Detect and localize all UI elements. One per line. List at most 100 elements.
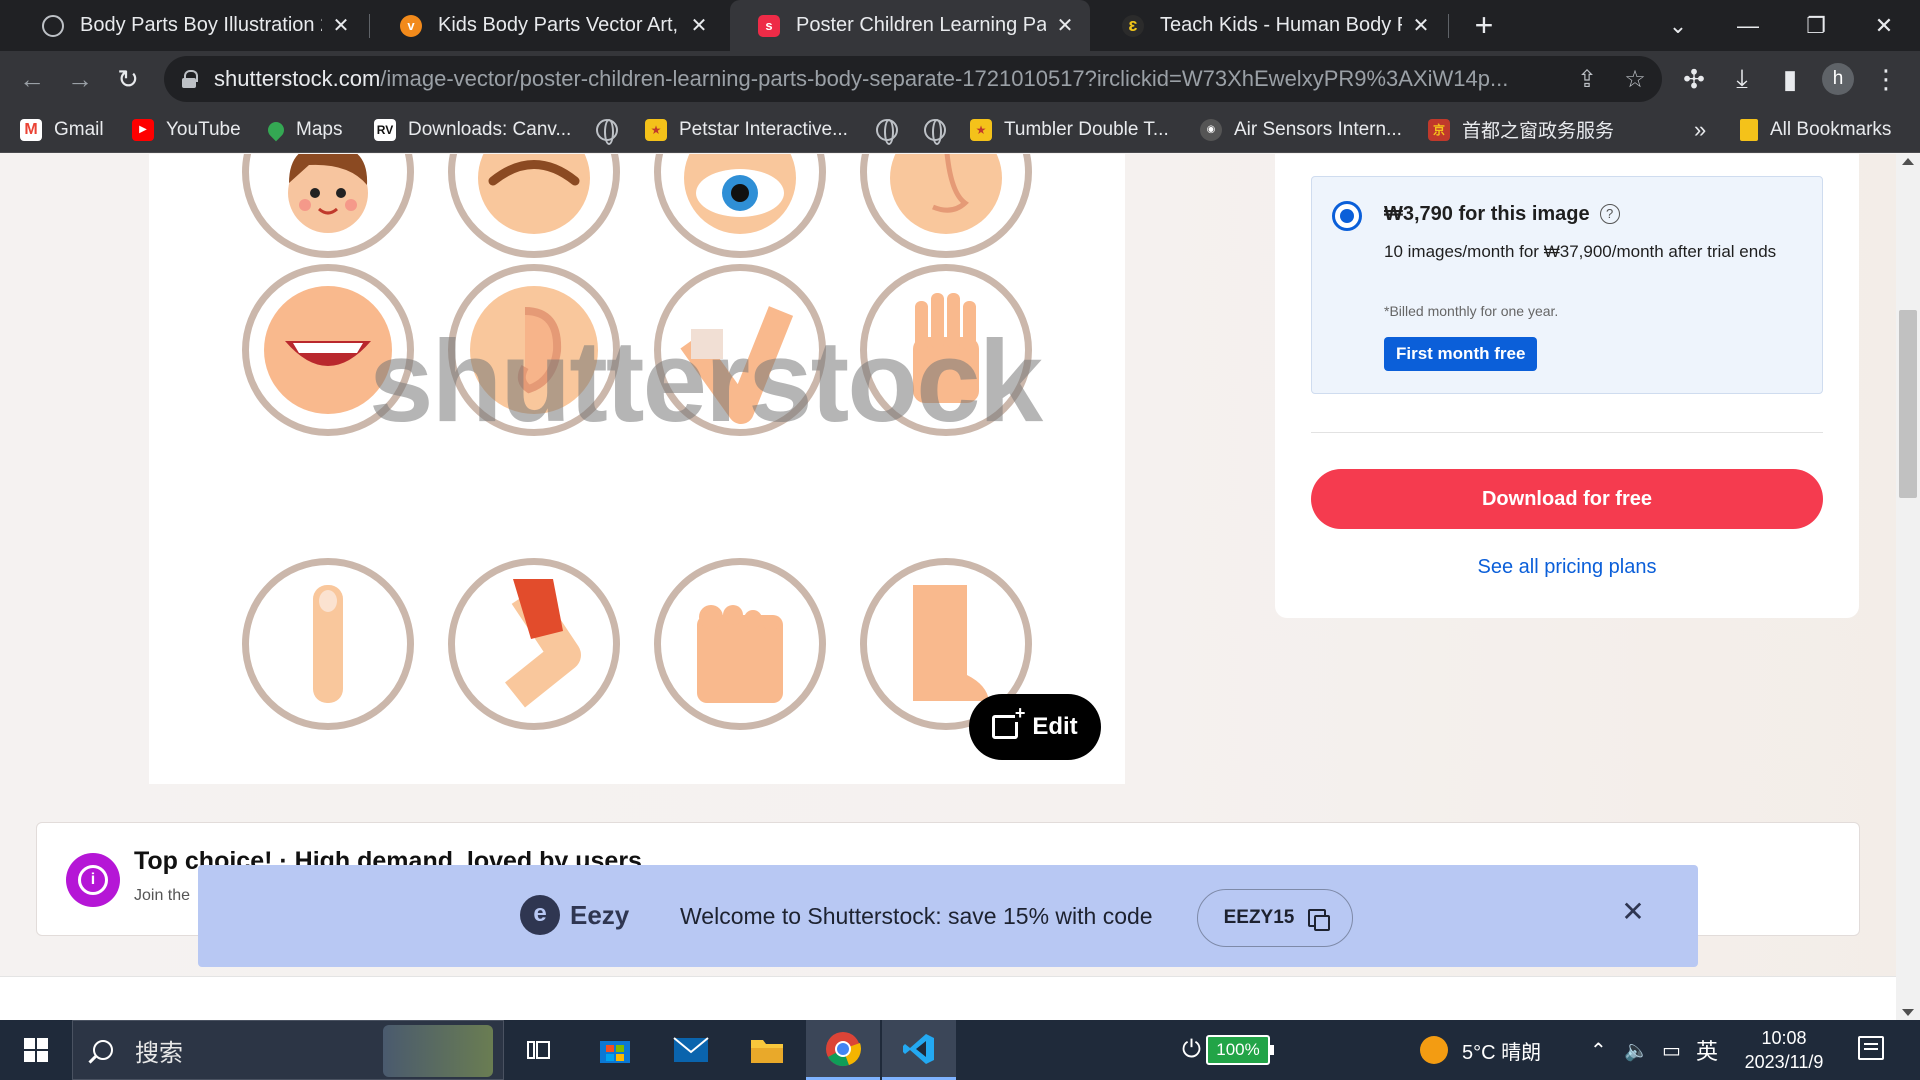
search-highlight-image (383, 1025, 493, 1077)
globe-icon (876, 118, 898, 145)
airsensors-icon: ◉ (1200, 118, 1222, 141)
volume-icon[interactable]: 🔈 (1624, 1020, 1649, 1080)
all-bookmarks[interactable]: All Bookmarks (1740, 106, 1891, 153)
share-icon[interactable]: ⇪ (1570, 62, 1604, 96)
help-icon[interactable]: ? (1599, 204, 1620, 224)
bookmark-label: All Bookmarks (1770, 118, 1892, 140)
close-tab-icon[interactable]: ✕ (1054, 13, 1076, 38)
bookmark-tumbler[interactable]: ★ Tumbler Double T... (970, 106, 1169, 153)
eezy-brand: Eezy (570, 899, 630, 930)
page-content: shutterstock Edit ₩3,790 for this image?… (0, 154, 1920, 1020)
weather-text: 5°C 晴朗 (1462, 1041, 1542, 1064)
plan-option[interactable]: ₩3,790 for this image? 10 images/month f… (1311, 176, 1823, 394)
url-text[interactable]: shutterstock.com/image-vector/poster-chi… (214, 66, 1594, 92)
vecteezy-icon: v (400, 14, 422, 37)
lock-icon (182, 70, 198, 88)
taskbar-search[interactable]: 搜索 (72, 1020, 504, 1080)
task-view-icon[interactable] (502, 1020, 576, 1080)
bookmark-petstar[interactable]: ★ Petstar Interactive... (645, 106, 848, 153)
weather-widget[interactable]: 5°C 晴朗 (1420, 1020, 1541, 1080)
profile-avatar[interactable]: h (1818, 59, 1858, 99)
minimize-button[interactable]: — (1714, 0, 1782, 51)
tab-title: Kids Body Parts Vector Art, Ico (438, 14, 680, 36)
promo-message: Welcome to Shutterstock: save 15% with c… (680, 903, 1153, 929)
tab-body-parts-boy[interactable]: Body Parts Boy Illustration 22 ✕ (14, 0, 366, 51)
reload-button[interactable]: ↻ (108, 59, 148, 99)
url-path: /image-vector/poster-children-learning-p… (380, 66, 1509, 91)
first-month-free-badge: First month free (1384, 337, 1538, 371)
ime-indicator[interactable]: 英 (1696, 1020, 1718, 1080)
scroll-up-arrow-icon[interactable] (1902, 158, 1914, 165)
back-button[interactable]: ← (12, 59, 52, 99)
scroll-thumb[interactable] (1899, 310, 1917, 498)
download-icon[interactable]: ⤓ (1722, 59, 1762, 99)
see-all-pricing-link[interactable]: See all pricing plans (1311, 556, 1823, 579)
close-tab-icon[interactable]: ✕ (330, 13, 352, 38)
network-icon[interactable]: ▭ (1662, 1020, 1681, 1080)
tab-title: Body Parts Boy Illustration 22 (80, 14, 322, 36)
bookmark-beijing[interactable]: 京 首都之窗政务服务 (1428, 106, 1614, 153)
edit-image-icon (992, 704, 1026, 739)
bookmark-globe-1[interactable] (596, 106, 618, 153)
close-window-button[interactable]: ✕ (1850, 0, 1918, 51)
battery-indicator[interactable]: 100% (1206, 1020, 1274, 1080)
address-bar[interactable]: shutterstock.com/image-vector/poster-chi… (164, 56, 1662, 102)
divider (1311, 432, 1823, 433)
globe-icon (596, 118, 618, 145)
bookmark-star-icon[interactable]: ☆ (1618, 62, 1652, 96)
tab-teach-kids[interactable]: ɛ Teach Kids - Human Body Par ✕ (1094, 0, 1446, 51)
vertical-scrollbar[interactable] (1896, 154, 1920, 1020)
vscode-icon[interactable] (882, 1020, 956, 1080)
bookmarks-overflow-button[interactable]: » (1694, 106, 1706, 153)
new-tab-button[interactable]: + (1466, 7, 1502, 43)
image-preview[interactable]: shutterstock (149, 154, 1125, 784)
gmail-icon: M (20, 118, 42, 141)
info-badge-icon: i (66, 853, 120, 907)
bookmark-globe-3[interactable] (924, 106, 946, 153)
tab-poster-children[interactable]: s Poster Children Learning Parts ✕ (730, 0, 1090, 51)
profile-initial: h (1822, 63, 1854, 95)
download-for-free-button[interactable]: Download for free (1311, 469, 1823, 529)
plan-description: 10 images/month for ₩37,900/month after … (1384, 242, 1777, 261)
plan-radio[interactable] (1332, 201, 1362, 231)
menu-icon[interactable]: ⋮ (1866, 59, 1906, 99)
promo-code-button[interactable]: EEZY15 (1197, 889, 1353, 947)
close-tab-icon[interactable]: ✕ (688, 13, 710, 38)
globe-icon (42, 14, 64, 37)
side-panel-icon[interactable]: ▮ (1770, 59, 1810, 99)
body-part-nose (860, 154, 1032, 258)
body-part-eye (654, 154, 826, 258)
bookmark-globe-2[interactable] (876, 106, 898, 153)
youtube-icon: ▶ (132, 118, 154, 141)
close-promo-button[interactable]: ✕ (1618, 897, 1648, 927)
windows-start-icon[interactable] (24, 1038, 48, 1062)
mail-icon[interactable] (654, 1020, 728, 1080)
bookmark-downloads-canva[interactable]: RV Downloads: Canv... (374, 106, 571, 153)
edit-button[interactable]: Edit (969, 694, 1101, 760)
file-explorer-icon[interactable] (730, 1020, 804, 1080)
microsoft-store-icon[interactable] (578, 1020, 652, 1080)
notification-center-icon[interactable] (1858, 1036, 1884, 1060)
top-choice-subtitle: Join the (134, 887, 191, 904)
extensions-icon[interactable]: ✣ (1674, 59, 1714, 99)
bookmark-youtube[interactable]: ▶ YouTube (132, 106, 241, 153)
bookmark-maps[interactable]: Maps (264, 106, 342, 153)
bookmark-gmail[interactable]: M Gmail (20, 106, 104, 153)
chrome-icon[interactable] (806, 1020, 880, 1080)
tab-kids-body-parts[interactable]: v Kids Body Parts Vector Art, Ico ✕ (372, 0, 724, 51)
close-tab-icon[interactable]: ✕ (1410, 13, 1432, 38)
body-part-knee (448, 558, 620, 730)
tab-strip: Body Parts Boy Illustration 22 ✕ v Kids … (0, 0, 1920, 51)
restore-button[interactable]: ❐ (1782, 0, 1850, 51)
show-hidden-icons-icon[interactable]: ⌃ (1590, 1020, 1607, 1080)
billing-note: *Billed monthly for one year. (1384, 303, 1559, 319)
bookmark-air-sensors[interactable]: ◉ Air Sensors Intern... (1200, 106, 1402, 153)
forward-button[interactable]: → (60, 59, 100, 99)
system-clock[interactable]: 10:08 2023/11/9 (1736, 1026, 1832, 1074)
maps-icon (264, 118, 288, 141)
scroll-down-arrow-icon[interactable] (1902, 1009, 1914, 1016)
tab-search-chevron-icon[interactable]: ⌄ (1644, 0, 1712, 51)
bookmark-label: YouTube (166, 118, 241, 140)
bookmark-label: Tumbler Double T... (1004, 118, 1169, 140)
page-footer-strip (0, 976, 1920, 1020)
